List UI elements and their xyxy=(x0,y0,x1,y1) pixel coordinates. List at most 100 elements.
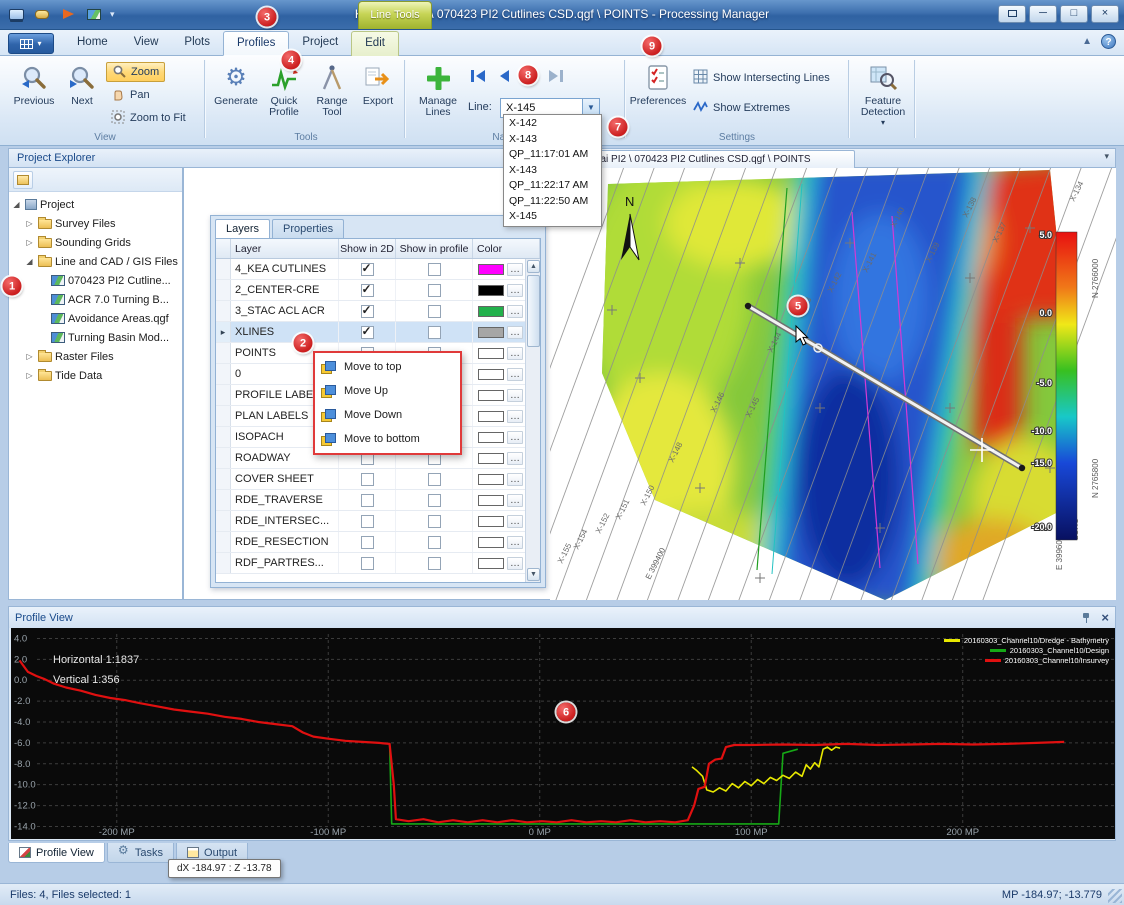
profile-close-icon[interactable]: × xyxy=(1101,612,1109,624)
color-swatch[interactable] xyxy=(478,327,504,338)
color-picker-button[interactable]: … xyxy=(507,473,523,486)
flag-icon[interactable] xyxy=(58,3,78,25)
key-icon[interactable] xyxy=(32,3,52,25)
previous-line-button[interactable] xyxy=(492,66,516,86)
line-dropdown-option[interactable]: X-142 xyxy=(504,116,601,132)
preferences-button[interactable]: Preferences xyxy=(632,60,684,132)
layers-scrollbar[interactable]: ▲ ▼ xyxy=(525,259,540,582)
expand-arrow-icon[interactable]: ▷ xyxy=(24,219,35,228)
color-picker-button[interactable]: … xyxy=(507,536,523,549)
layer-row[interactable]: ▸XLINES… xyxy=(216,322,540,343)
color-picker-button[interactable]: … xyxy=(507,410,523,423)
pin-icon[interactable] xyxy=(1081,612,1091,624)
color-swatch[interactable] xyxy=(478,264,504,275)
context-menu-item[interactable]: Move Down xyxy=(315,403,460,427)
layer-row[interactable]: RDE_RESECTION… xyxy=(216,532,540,553)
minimize-button[interactable]: ─ xyxy=(1029,5,1057,23)
help-icon[interactable]: ? xyxy=(1101,34,1116,49)
tab-plots[interactable]: Plots xyxy=(171,31,223,56)
resize-grip[interactable] xyxy=(1108,889,1122,903)
profile-chart[interactable]: 4.02.00.0-2.0-4.0-6.0-8.0-10.0-12.0-14.0… xyxy=(11,628,1115,839)
show-in-2d-checkbox[interactable] xyxy=(361,284,374,297)
column-header-show-in-profile[interactable]: Show in profile xyxy=(396,239,473,258)
context-menu-item[interactable]: Move to top xyxy=(315,355,460,379)
color-swatch[interactable] xyxy=(478,390,504,401)
color-picker-button[interactable]: … xyxy=(507,389,523,402)
show-in-profile-checkbox[interactable] xyxy=(428,515,441,528)
quick-profile-button[interactable]: Quick Profile xyxy=(260,60,308,132)
color-picker-button[interactable]: … xyxy=(507,368,523,381)
next-button[interactable]: Next xyxy=(58,60,106,132)
fit-screen-button[interactable] xyxy=(998,5,1026,23)
line-dropdown-option[interactable]: X-143 xyxy=(504,163,601,179)
show-in-2d-checkbox[interactable] xyxy=(361,515,374,528)
show-in-profile-checkbox[interactable] xyxy=(428,305,441,318)
layer-row[interactable]: RDE_INTERSEC...… xyxy=(216,511,540,532)
line-dropdown-option[interactable]: QP_11:17:01 AM xyxy=(504,147,601,163)
map-panel[interactable]: N X-134X-137X-138X-139X-140X-141X-142X-1… xyxy=(550,168,1116,600)
map-icon[interactable] xyxy=(84,3,104,25)
tab-project[interactable]: Project xyxy=(289,31,351,56)
show-in-2d-checkbox[interactable] xyxy=(361,305,374,318)
column-header-color[interactable]: Color xyxy=(473,239,540,258)
show-in-2d-checkbox[interactable] xyxy=(361,473,374,486)
layer-row[interactable]: 2_CENTER-CRE… xyxy=(216,280,540,301)
show-in-profile-checkbox[interactable] xyxy=(428,536,441,549)
color-swatch[interactable] xyxy=(478,537,504,548)
tree-item[interactable]: ▷Tide Data xyxy=(9,366,182,385)
color-picker-button[interactable]: … xyxy=(507,557,523,570)
layer-row[interactable]: RDE_TRAVERSE… xyxy=(216,490,540,511)
line-dropdown-option[interactable]: QP_11:22:50 AM xyxy=(504,194,601,210)
tab-layers[interactable]: Layers xyxy=(215,219,270,238)
color-swatch[interactable] xyxy=(478,306,504,317)
show-in-2d-checkbox[interactable] xyxy=(361,326,374,339)
color-swatch[interactable] xyxy=(478,453,504,464)
line-dropdown-option[interactable]: X-143 xyxy=(504,132,601,148)
previous-button[interactable]: Previous xyxy=(10,60,58,132)
color-picker-button[interactable]: … xyxy=(507,515,523,528)
show-in-2d-checkbox[interactable] xyxy=(361,263,374,276)
color-swatch[interactable] xyxy=(478,285,504,296)
color-swatch[interactable] xyxy=(478,495,504,506)
maximize-button[interactable]: □ xyxy=(1060,5,1088,23)
column-header-show-in-2d[interactable]: Show in 2D xyxy=(339,239,396,258)
color-picker-button[interactable]: … xyxy=(507,347,523,360)
context-menu-item[interactable]: Move to bottom xyxy=(315,427,460,451)
color-picker-button[interactable]: … xyxy=(507,431,523,444)
tree-item[interactable]: ◢Project xyxy=(9,195,182,214)
layer-row[interactable]: 3_STAC ACL ACR… xyxy=(216,301,540,322)
line-dropdown-option[interactable]: X-145 xyxy=(504,209,601,225)
bottom-tab-tasks[interactable]: Tasks xyxy=(107,843,174,863)
color-picker-button[interactable]: … xyxy=(507,452,523,465)
zoom-to-fit-button[interactable]: Zoom to Fit xyxy=(106,108,191,128)
range-tool-button[interactable]: Range Tool xyxy=(308,60,356,132)
close-button[interactable]: × xyxy=(1091,5,1119,23)
layer-row[interactable]: RDF_PARTRES...… xyxy=(216,553,540,574)
show-in-profile-checkbox[interactable] xyxy=(428,326,441,339)
expand-arrow-icon[interactable]: ▷ xyxy=(24,371,35,380)
show-in-2d-checkbox[interactable] xyxy=(361,494,374,507)
explorer-layers-button[interactable] xyxy=(13,171,33,189)
tree-item[interactable]: ·Turning Basin Mod... xyxy=(9,328,182,347)
color-swatch[interactable] xyxy=(478,348,504,359)
manage-lines-button[interactable]: Manage Lines xyxy=(412,60,464,132)
scroll-down-icon[interactable]: ▼ xyxy=(527,568,540,581)
tab-edit[interactable]: Edit xyxy=(351,31,399,56)
collapse-arrow-icon[interactable]: ◢ xyxy=(11,200,22,209)
color-picker-button[interactable]: … xyxy=(507,263,523,276)
ribbon-collapse-icon[interactable]: ▲ xyxy=(1082,36,1092,47)
scrollbar-thumb[interactable] xyxy=(527,275,540,347)
color-swatch[interactable] xyxy=(478,369,504,380)
layer-row[interactable]: COVER SHEET… xyxy=(216,469,540,490)
tree-item[interactable]: ▷Survey Files xyxy=(9,214,182,233)
bottom-tab-profile-view[interactable]: Profile View xyxy=(8,843,105,863)
color-swatch[interactable] xyxy=(478,474,504,485)
pan-button[interactable]: Pan xyxy=(106,85,155,105)
collapse-arrow-icon[interactable]: ◢ xyxy=(24,257,35,266)
scroll-up-icon[interactable]: ▲ xyxy=(527,260,540,273)
document-list-caret-icon[interactable]: ▾ xyxy=(1104,151,1109,162)
map-view[interactable]: N X-134X-137X-138X-139X-140X-141X-142X-1… xyxy=(550,168,1116,600)
tree-item[interactable]: ▷Raster Files xyxy=(9,347,182,366)
show-intersecting-lines-button[interactable]: Show Intersecting Lines xyxy=(688,68,835,88)
show-in-profile-checkbox[interactable] xyxy=(428,494,441,507)
